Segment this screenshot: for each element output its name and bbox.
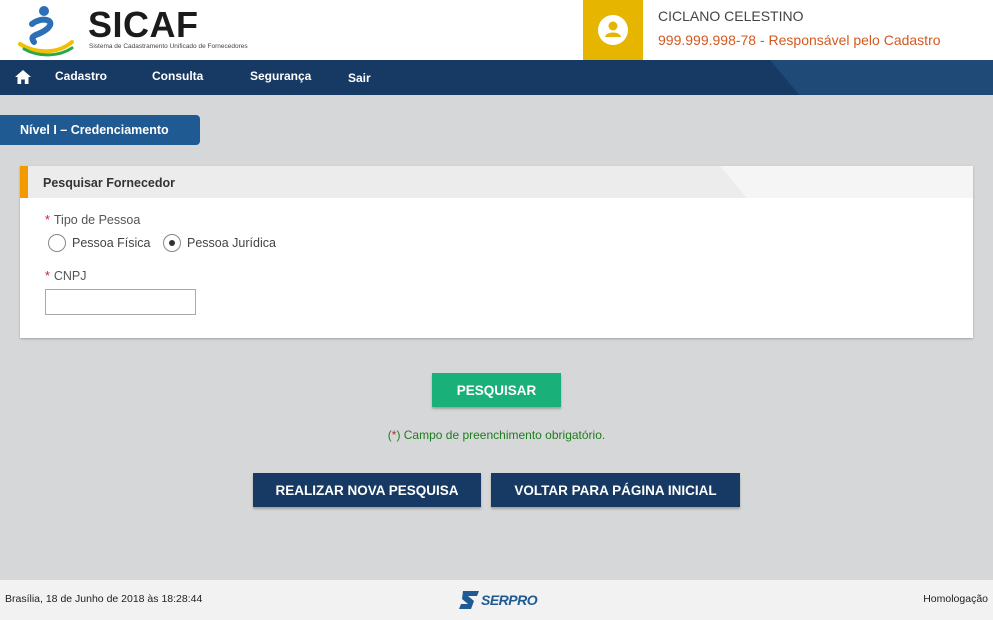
panel-title: Pesquisar Fornecedor (43, 176, 175, 190)
home-icon[interactable] (14, 69, 32, 85)
radio-circle-selected[interactable] (163, 234, 181, 252)
main-navbar: Cadastro Consulta Segurança Sair (0, 60, 993, 95)
user-name: CICLANO CELESTINO (658, 8, 804, 24)
required-note: (*) Campo de preenchimento obrigatório. (0, 428, 993, 442)
required-mark: * (45, 269, 50, 283)
avatar (598, 15, 628, 45)
radio-circle[interactable] (48, 234, 66, 252)
navbar-decoration (770, 60, 993, 95)
back-home-button[interactable]: VOLTAR PARA PÁGINA INICIAL (491, 473, 740, 507)
radio-label: Pessoa Jurídica (187, 236, 276, 250)
required-note-text: ) Campo de preenchimento obrigatório. (396, 428, 606, 442)
sicaf-logo-icon (18, 6, 74, 57)
radio-pessoa-juridica[interactable]: Pessoa Jurídica (163, 234, 276, 252)
cnpj-input[interactable] (45, 289, 196, 315)
brand-title: SICAF (88, 4, 199, 45)
user-role: 999.999.998-78 - Responsável pelo Cadast… (658, 32, 941, 48)
nav-item-consulta[interactable]: Consulta (152, 69, 203, 83)
serpro-logo-icon (459, 591, 479, 609)
cnpj-label-text: CNPJ (53, 269, 87, 283)
brand-subtitle: Sistema de Cadastramento Unificado de Fo… (89, 43, 248, 50)
tipo-pessoa-label: * Tipo de Pessoa (45, 213, 140, 227)
radio-pessoa-fisica[interactable]: Pessoa Física (48, 234, 151, 252)
user-icon (605, 21, 621, 37)
search-button[interactable]: PESQUISAR (432, 373, 561, 407)
panel-header-decoration (720, 166, 973, 198)
footer-environment: Homologação (923, 593, 988, 605)
tipo-pessoa-text: Tipo de Pessoa (53, 213, 141, 227)
nav-item-sair[interactable]: Sair (348, 71, 371, 85)
radio-label: Pessoa Física (72, 236, 151, 250)
serpro-logo: SERPRO (457, 589, 539, 611)
app-footer: Brasília, 18 de Junho de 2018 às 18:28:4… (0, 580, 993, 620)
section-tab: Nível I – Credenciamento (0, 115, 200, 145)
panel-header-accent (20, 166, 28, 198)
required-mark: * (45, 213, 50, 227)
footer-date: Brasília, 18 de Junho de 2018 às 18:28:4… (5, 593, 203, 605)
search-panel: Pesquisar Fornecedor * Tipo de Pessoa Pes… (20, 166, 973, 338)
app-header: SICAF Sistema de Cadastramento Unificado… (0, 0, 993, 60)
panel-header: Pesquisar Fornecedor (20, 166, 973, 198)
nav-item-cadastro[interactable]: Cadastro (55, 69, 107, 83)
user-avatar-box[interactable] (583, 0, 643, 60)
cnpj-label: * CNPJ (45, 269, 87, 283)
serpro-logo-text: SERPRO (481, 592, 538, 608)
nav-item-seguranca[interactable]: Segurança (250, 69, 311, 83)
new-search-button[interactable]: REALIZAR NOVA PESQUISA (253, 473, 481, 507)
